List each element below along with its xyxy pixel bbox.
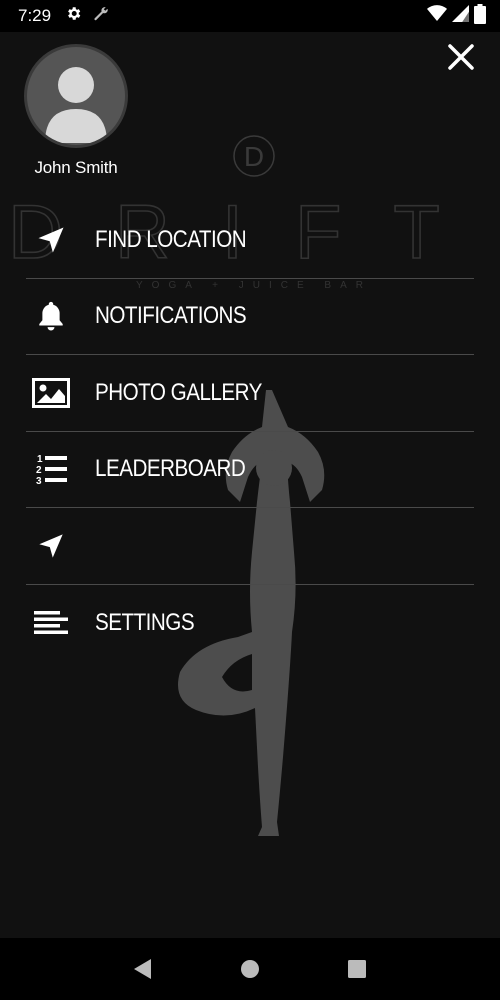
menu-item-settings[interactable]: SETTINGS [26,585,474,662]
status-bar: 7:29 [0,0,500,32]
logo-mark-text: D [244,141,264,172]
svg-text:3: 3 [36,476,42,486]
profile-name: John Smith [34,158,118,177]
menu-item-notifications[interactable]: NOTIFICATIONS [26,279,474,355]
menu-item-find-location[interactable]: FIND LOCATION [26,202,474,279]
menu-item-label: PHOTO GALLERY [95,378,262,406]
recents-button[interactable] [337,949,377,989]
menu-item-unlabeled[interactable] [26,508,474,585]
numbered-list-icon: 1 2 3 [26,449,76,489]
battery-icon [474,3,486,29]
back-button[interactable] [123,949,163,989]
home-icon [240,960,259,978]
recents-icon [347,960,366,978]
signal-icon [452,5,469,27]
align-left-icon [26,603,76,643]
home-button[interactable] [230,949,270,989]
menu-item-label: LEADERBOARD [95,455,246,483]
avatar[interactable] [24,44,128,148]
user-profile[interactable]: John Smith [24,44,128,178]
menu-item-leaderboard[interactable]: 1 2 3 LEADERBOARD [26,432,474,508]
gear-icon [65,5,82,27]
system-nav-bar [0,938,500,1000]
svg-text:2: 2 [36,465,42,476]
menu-item-label: SETTINGS [95,608,195,636]
close-button[interactable] [444,40,478,74]
svg-text:1: 1 [37,454,43,465]
menu-item-photo-gallery[interactable]: PHOTO GALLERY [26,355,474,432]
wrench-icon [92,5,110,28]
status-time: 7:29 [18,6,52,25]
drawer-menu: FIND LOCATION NOTIFICATIONS PHOTO GALLER… [26,202,474,661]
wifi-icon [427,5,447,27]
menu-item-label: FIND LOCATION [95,225,247,253]
navigation-arrow-icon [26,220,76,260]
bell-icon [26,296,76,336]
navigation-drawer: D DRIFT YOGA + JUICE BAR John Smith FIND [0,32,500,938]
menu-item-label: NOTIFICATIONS [95,302,247,330]
back-icon [134,959,152,979]
person-icon [45,67,107,143]
image-icon [26,373,76,413]
close-icon [448,44,474,70]
navigation-arrow-icon [26,526,76,566]
